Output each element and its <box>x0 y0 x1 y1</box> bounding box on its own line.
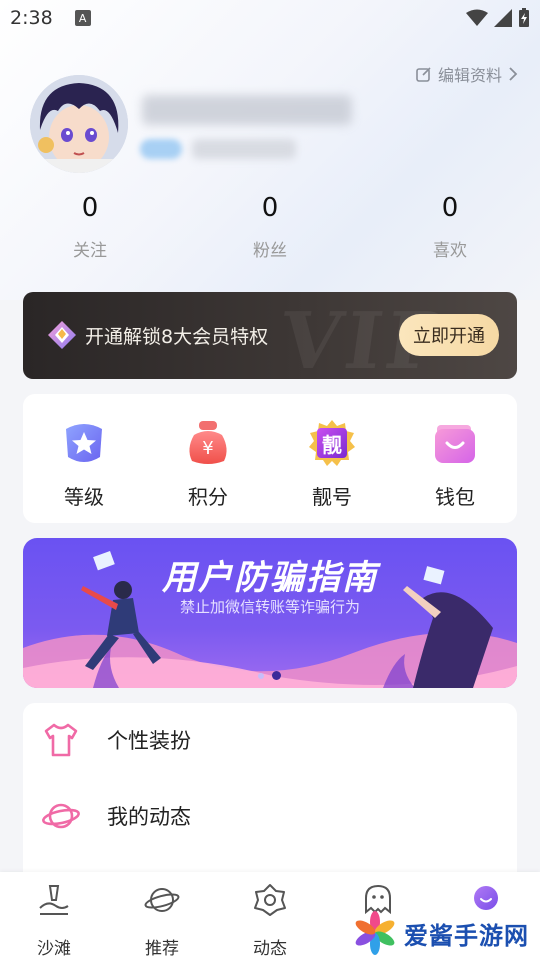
vip-promo-text: 开通解锁8大会员特权 <box>85 326 269 348</box>
wifi-icon <box>466 9 488 26</box>
site-watermark-text: 爱酱手游网 <box>404 921 529 950</box>
tab-beach[interactable]: 沙滩 <box>9 882 99 959</box>
flower-icon <box>254 884 286 916</box>
menu-item-label: 我的动态 <box>107 805 191 829</box>
blurred-username <box>142 95 352 125</box>
menu-list: 个性装扮 我的动态 <box>23 703 517 893</box>
banner-title: 用户防骗指南 <box>162 558 378 598</box>
quick-action-label: 钱包 <box>435 485 475 509</box>
stat-following[interactable]: 0 关注 <box>30 190 150 261</box>
edit-profile-link[interactable]: 编辑资料 <box>416 62 518 86</box>
chevron-right-icon <box>509 67 518 81</box>
quick-action-points[interactable]: ¥ 积分 <box>153 419 263 510</box>
wallet-icon <box>435 425 475 463</box>
menu-item-personal-dressup[interactable]: 个性装扮 <box>23 705 517 775</box>
tab-recommend[interactable]: 推荐 <box>117 882 207 959</box>
stat-label: 关注 <box>73 241 107 261</box>
beach-icon <box>39 885 69 915</box>
vip-promo-card[interactable]: VIP 开通解锁8大会员特权 立即开通 <box>23 292 517 379</box>
menu-item-label: 个性装扮 <box>107 729 191 753</box>
planet-icon <box>144 888 180 912</box>
tab-label: 动态 <box>253 939 287 959</box>
tab-label: 推荐 <box>145 939 179 959</box>
blurred-level-tag <box>140 139 182 159</box>
battery-icon <box>519 8 529 27</box>
star-badge-icon <box>66 424 102 462</box>
stat-value: 0 <box>81 193 99 223</box>
quick-action-label: 靓号 <box>312 485 352 509</box>
planet-icon <box>42 803 80 829</box>
stat-value: 0 <box>441 193 459 223</box>
profile-stats: 0 关注 0 粉丝 0 喜欢 <box>0 190 540 270</box>
page-dot[interactable] <box>258 672 264 679</box>
quick-action-label: 积分 <box>188 485 228 509</box>
pretty-number-icon: 靓 <box>309 420 355 466</box>
quick-action-pretty-number[interactable]: 靓 靓号 <box>277 419 387 510</box>
vip-diamond-icon <box>48 321 76 349</box>
status-indicators <box>466 8 530 28</box>
quick-action-label: 等级 <box>64 485 104 509</box>
tab-moments[interactable]: 动态 <box>225 882 315 959</box>
pretty-number-glyph: 靓 <box>322 433 342 457</box>
page-dot-active[interactable] <box>272 671 281 680</box>
blurred-user-id <box>192 139 296 159</box>
banner-subtitle: 禁止加微信转账等诈骗行为 <box>179 598 360 616</box>
yen-bag-icon: ¥ <box>189 421 227 464</box>
stat-label: 喜欢 <box>433 241 467 261</box>
stat-fans[interactable]: 0 粉丝 <box>210 190 330 261</box>
edit-profile-label: 编辑资料 <box>437 66 502 85</box>
anti-fraud-banner[interactable]: 用户防骗指南 禁止加微信转账等诈骗行为 <box>23 538 517 688</box>
quick-action-level[interactable]: 等级 <box>29 419 139 510</box>
banner-page-dots <box>258 671 281 680</box>
site-watermark: 爱酱手游网 <box>352 910 529 956</box>
anime-avatar-image <box>30 75 128 173</box>
avatar[interactable] <box>30 75 128 173</box>
accessibility-a-icon: A <box>74 10 91 26</box>
stat-likes[interactable]: 0 喜欢 <box>390 190 510 261</box>
status-time: 2:38 <box>10 7 53 29</box>
tab-label: 沙滩 <box>37 939 71 959</box>
menu-item-my-posts[interactable]: 我的动态 <box>23 781 517 851</box>
edit-icon <box>416 67 431 82</box>
pinwheel-logo-icon <box>355 911 395 955</box>
tshirt-icon <box>44 723 78 757</box>
status-bar: 2:38 A <box>0 0 540 36</box>
signal-icon <box>494 9 512 27</box>
stat-label: 粉丝 <box>253 241 287 261</box>
svg-text:¥: ¥ <box>202 438 213 459</box>
quick-action-wallet[interactable]: 钱包 <box>400 419 510 510</box>
stat-value: 0 <box>261 193 279 223</box>
quick-actions-card: 等级 ¥ 积分 靓 靓号 钱包 <box>23 394 517 523</box>
vip-activate-button[interactable]: 立即开通 <box>399 314 499 356</box>
